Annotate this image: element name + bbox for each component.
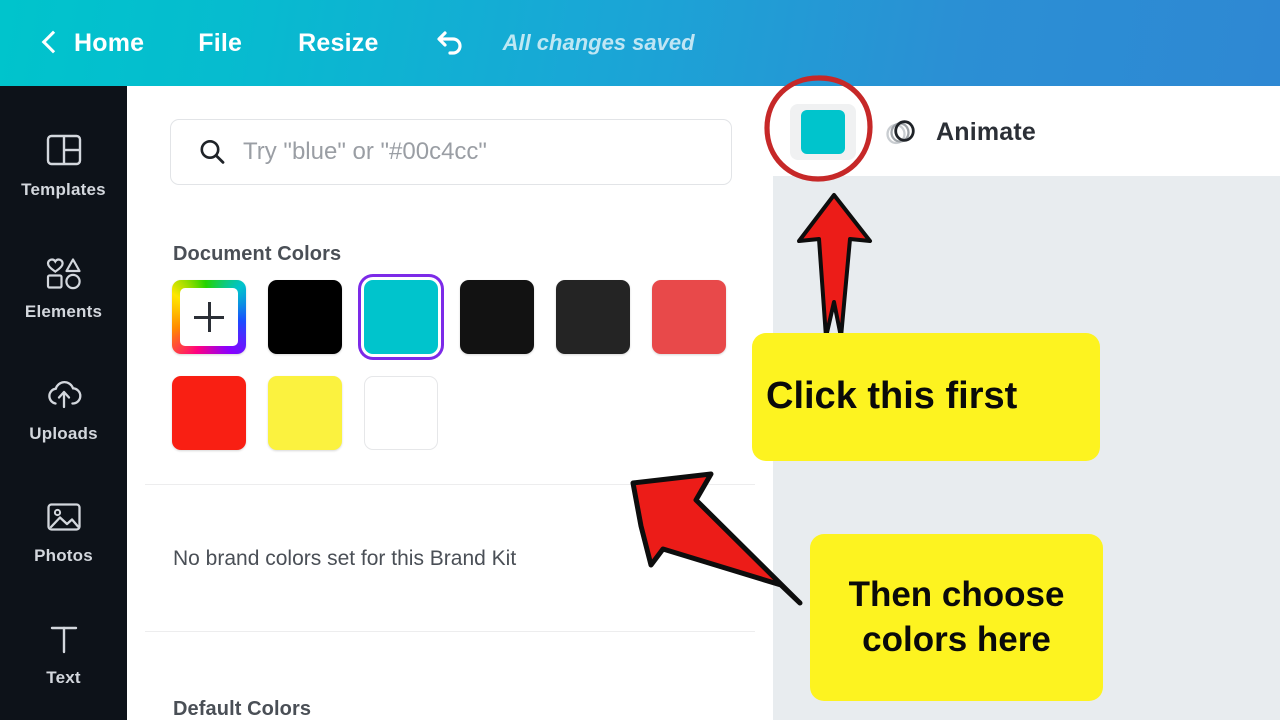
elements-icon [43,253,85,293]
callout-line-1: Then choose [848,574,1065,614]
document-colors-title: Document Colors [173,243,342,265]
document-colors-grid [172,280,742,450]
swatch-white[interactable] [364,376,438,450]
sidebar-item-uploads[interactable]: Uploads [0,348,127,470]
swatch-near-black[interactable] [460,280,534,354]
panel-divider [145,631,755,632]
animate-button[interactable]: Animate [883,106,1036,158]
callout-line-2: colors here [862,619,1051,659]
animate-icon [883,114,923,150]
chevron-left-icon[interactable] [36,30,62,56]
resize-button[interactable]: Resize [298,29,378,58]
context-toolbar: Animate [773,86,1280,176]
top-toolbar: Home File Resize All changes saved [0,0,1280,86]
plus-icon [194,302,224,332]
swatch-teal-selected[interactable] [364,280,438,354]
swatch-yellow[interactable] [268,376,342,450]
sidebar-item-label: Templates [21,179,106,199]
color-search-box[interactable] [170,119,732,185]
home-button[interactable]: Home [74,29,144,58]
sidebar-item-label: Elements [24,301,103,321]
animate-label: Animate [936,117,1037,146]
templates-icon [43,131,85,171]
search-input[interactable] [243,138,683,166]
color-swatch-icon [801,110,845,154]
save-status-label: All changes saved [502,30,695,55]
color-swatch-button[interactable] [790,104,856,160]
red-arrow-up [793,192,877,340]
default-colors-title: Default Colors [173,698,312,720]
sidebar-item-templates[interactable]: Templates [0,104,127,226]
callout-then-choose-colors: Then choose colors here [810,534,1103,701]
swatch-dark-gray[interactable] [556,280,630,354]
swatch-red[interactable] [172,376,246,450]
sidebar-item-text[interactable]: Text [0,592,127,714]
swatch-black[interactable] [268,280,342,354]
undo-arrow-icon[interactable] [433,26,467,60]
sidebar-item-label: Text [46,667,81,687]
file-menu-button[interactable]: File [198,29,242,58]
uploads-icon [43,375,85,415]
callout-click-this-first: Click this first [752,333,1100,461]
search-icon [197,137,227,167]
swatch-add-color[interactable] [172,280,246,354]
add-color-inner [180,288,238,346]
sidebar-item-label: Photos [34,545,93,565]
sidebar-item-label: Uploads [29,423,98,443]
swatch-salmon-red[interactable] [652,280,726,354]
canva-editor-screen: Home File Resize All changes saved Templ… [0,0,1280,720]
text-icon [43,619,85,659]
left-sidebar: Templates Elements Uploads Photos Text [0,86,127,720]
sidebar-item-elements[interactable]: Elements [0,226,127,348]
sidebar-item-photos[interactable]: Photos [0,470,127,592]
photos-icon [43,497,85,537]
brand-kit-empty-text: No brand colors set for this Brand Kit [173,547,517,570]
red-arrow-diagonal [604,464,816,627]
